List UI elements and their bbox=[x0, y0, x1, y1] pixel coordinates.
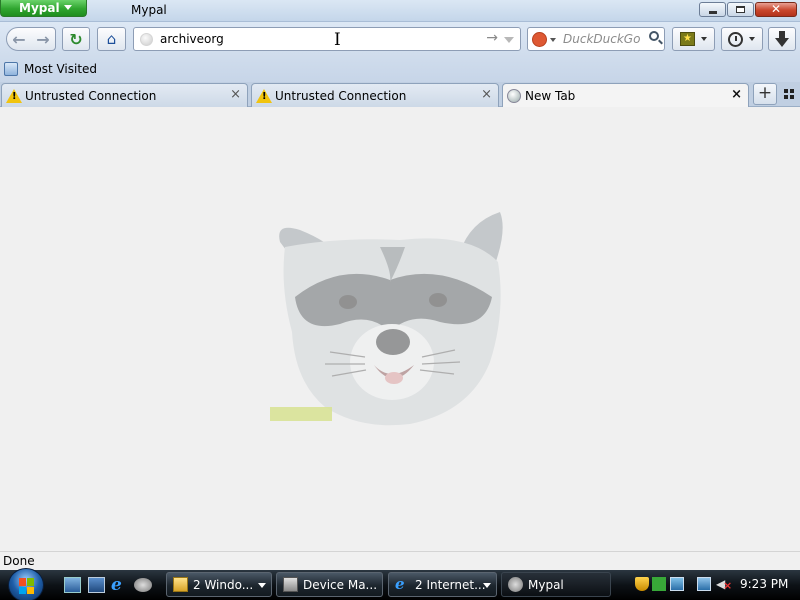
mypal-icon bbox=[508, 577, 523, 592]
switch-windows-icon[interactable] bbox=[88, 577, 105, 593]
minimize-button[interactable] bbox=[699, 2, 726, 17]
forward-button[interactable]: → bbox=[31, 30, 55, 49]
bookmarks-menu-button[interactable]: ★ bbox=[672, 27, 715, 51]
maximize-button[interactable] bbox=[727, 2, 754, 17]
download-arrow-icon bbox=[775, 30, 789, 47]
tray-app-icon[interactable] bbox=[652, 577, 666, 591]
raccoon-watermark-image bbox=[270, 212, 503, 426]
tab-strip: Untrusted Connection × Untrusted Connect… bbox=[0, 82, 800, 108]
bookmark-label: Most Visited bbox=[24, 62, 98, 76]
taskbar: e 2 Windo... Device Ma... e 2 Internet..… bbox=[0, 568, 800, 600]
taskbar-button-label: 2 Windo... bbox=[193, 577, 254, 592]
tab-label: New Tab bbox=[525, 89, 576, 103]
show-desktop-icon[interactable] bbox=[64, 577, 81, 593]
chevron-down-icon bbox=[749, 37, 755, 41]
start-button[interactable] bbox=[8, 568, 44, 600]
display-icon[interactable] bbox=[670, 577, 684, 591]
tab-close-icon[interactable]: × bbox=[481, 87, 492, 102]
url-input[interactable] bbox=[160, 31, 470, 47]
close-icon: ✕ bbox=[770, 2, 782, 16]
title-bar: Mypal Mypal ✕ bbox=[0, 0, 800, 22]
list-all-tabs-button[interactable] bbox=[784, 89, 794, 99]
search-bar[interactable] bbox=[527, 27, 665, 51]
close-button[interactable]: ✕ bbox=[755, 2, 797, 17]
bookmark-star-icon: ★ bbox=[680, 32, 695, 46]
tab-untrusted-connection-2[interactable]: Untrusted Connection × bbox=[251, 83, 499, 107]
maximize-icon bbox=[736, 6, 745, 13]
clock-icon bbox=[728, 31, 743, 47]
tab-close-icon[interactable]: × bbox=[731, 87, 742, 102]
windows-logo-icon bbox=[19, 578, 35, 594]
chevron-down-icon bbox=[483, 583, 491, 588]
network-icon[interactable] bbox=[697, 577, 711, 591]
tab-close-icon[interactable]: × bbox=[230, 87, 241, 102]
security-shield-icon[interactable] bbox=[635, 577, 649, 591]
tab-new-tab[interactable]: New Tab × bbox=[502, 83, 749, 108]
minimize-icon bbox=[709, 11, 717, 14]
taskbar-clock[interactable]: 9:23 PM bbox=[740, 577, 788, 591]
url-history-dropdown[interactable] bbox=[504, 37, 514, 43]
tab-label: Untrusted Connection bbox=[25, 88, 157, 103]
bookmark-most-visited[interactable]: Most Visited bbox=[4, 62, 97, 76]
folder-icon bbox=[173, 577, 188, 592]
globe-icon bbox=[507, 89, 521, 103]
app-menu-label: Mypal bbox=[19, 1, 60, 15]
taskbar-button-device-manager[interactable]: Device Ma... bbox=[276, 572, 383, 597]
chevron-down-icon bbox=[64, 5, 72, 10]
tab-label: Untrusted Connection bbox=[275, 88, 407, 103]
system-tray: ◀ 9:23 PM bbox=[630, 570, 800, 600]
back-forward-group: ← → bbox=[6, 27, 56, 51]
mypal-quicklaunch-icon[interactable] bbox=[134, 578, 152, 592]
reload-button[interactable]: ↻ bbox=[62, 27, 90, 51]
url-bar[interactable]: → bbox=[133, 27, 521, 51]
text-cursor-icon: I bbox=[334, 30, 341, 50]
downloads-button[interactable] bbox=[768, 27, 796, 51]
site-identity-icon[interactable] bbox=[140, 33, 153, 46]
taskbar-button-internet-explorer[interactable]: e 2 Internet... bbox=[388, 572, 497, 597]
warning-icon bbox=[256, 88, 272, 103]
taskbar-button-label: Mypal bbox=[528, 577, 564, 592]
chevron-down-icon bbox=[258, 583, 266, 588]
chevron-down-icon bbox=[701, 37, 707, 41]
new-tab-button[interactable]: + bbox=[753, 83, 777, 105]
tab-untrusted-connection-1[interactable]: Untrusted Connection × bbox=[1, 83, 248, 107]
bookmarks-toolbar: Most Visited bbox=[0, 57, 800, 82]
search-input[interactable] bbox=[563, 31, 647, 47]
search-engine-dropdown-icon bbox=[550, 38, 556, 42]
duckduckgo-icon[interactable] bbox=[532, 32, 547, 47]
taskbar-button-mypal[interactable]: Mypal bbox=[501, 572, 611, 597]
taskbar-button-label: 2 Internet... bbox=[415, 577, 486, 592]
status-text: Done bbox=[3, 554, 35, 568]
device-manager-icon bbox=[283, 577, 298, 592]
internet-explorer-icon[interactable]: e bbox=[111, 577, 128, 594]
home-button[interactable]: ⌂ bbox=[97, 27, 126, 51]
app-menu-button[interactable]: Mypal bbox=[0, 0, 87, 17]
window-controls: ✕ bbox=[699, 2, 797, 17]
navigation-toolbar: ← → ↻ ⌂ → ★ bbox=[0, 22, 800, 57]
volume-muted-icon[interactable]: ◀ bbox=[716, 577, 732, 593]
status-bar: Done bbox=[0, 551, 800, 570]
search-icon[interactable] bbox=[649, 31, 659, 41]
ie-icon: e bbox=[395, 575, 405, 593]
history-button[interactable] bbox=[721, 27, 763, 51]
taskbar-button-label: Device Ma... bbox=[303, 577, 378, 592]
page-content bbox=[0, 107, 800, 551]
back-button[interactable]: ← bbox=[7, 30, 31, 49]
go-button[interactable]: → bbox=[486, 30, 498, 46]
taskbar-button-windows-explorer[interactable]: 2 Windo... bbox=[166, 572, 272, 597]
smart-folder-icon bbox=[4, 62, 18, 76]
window-title: Mypal bbox=[131, 3, 167, 17]
warning-icon bbox=[6, 88, 22, 103]
